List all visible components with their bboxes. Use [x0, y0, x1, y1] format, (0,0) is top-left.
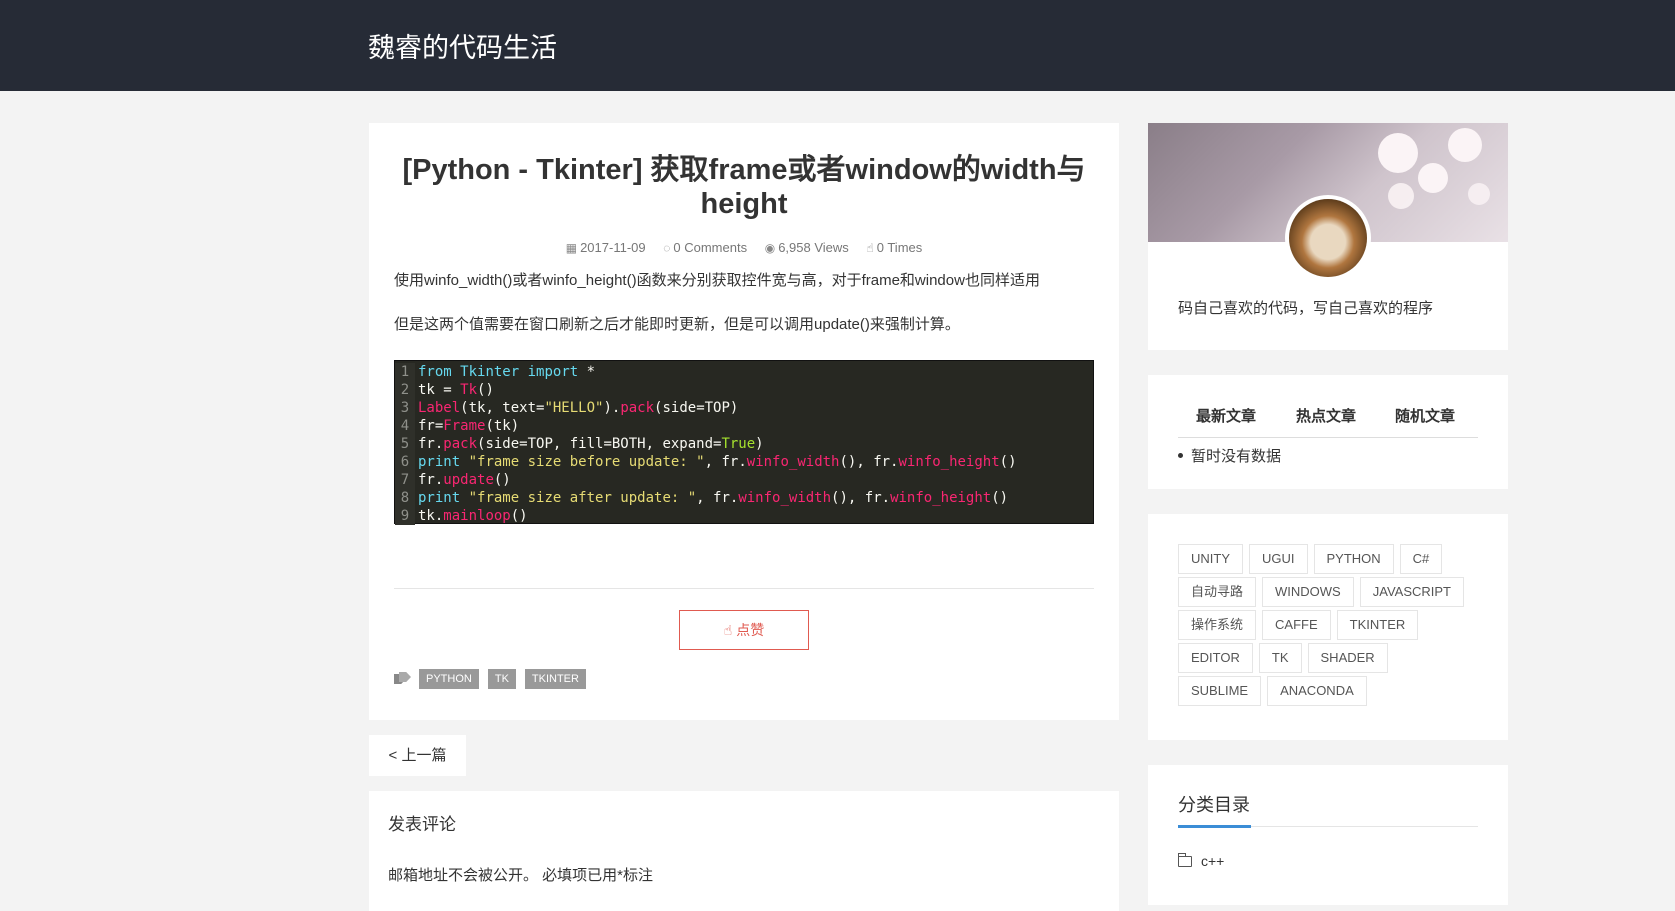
tag-cloud-row: SUBLIME ANACONDA [1178, 676, 1488, 709]
code-line: 9 tk.mainloop() [395, 507, 1093, 525]
tab-random[interactable]: 随机文章 [1395, 405, 1455, 426]
line-number: 3 [395, 399, 415, 417]
tag-cloud-item[interactable]: UGUI [1249, 544, 1308, 574]
tag-cloud-row: UNITY UGUI PYTHON C# [1178, 544, 1488, 577]
code-text: print "frame size before update: ", fr.w… [418, 454, 1017, 470]
post-paragraph: 使用winfo_width()或者winfo_height()函数来分别获取控件… [394, 272, 1040, 289]
code-line: 4 fr=Frame(tk) [395, 417, 1093, 435]
code-line: 6 print "frame size before update: ", fr.… [395, 453, 1093, 471]
tag-cloud-item[interactable]: TKINTER [1336, 610, 1419, 640]
tag-cloud-item[interactable]: TK [1258, 643, 1302, 673]
tab-popular[interactable]: 热点文章 [1296, 405, 1356, 426]
code-block: 1 from Tkinter import * 2 tk = Tk() 3 Label(t… [394, 360, 1094, 525]
tag-cloud-item[interactable]: 操作系统 [1178, 610, 1257, 640]
code-line: 8 print "frame size after update: ", fr.w… [395, 489, 1093, 507]
tag-cloud-item[interactable]: WINDOWS [1262, 577, 1354, 607]
code-text: print "frame size after update: ", fr.wi… [418, 490, 1009, 506]
line-number: 4 [395, 417, 415, 435]
tag-cloud-item[interactable]: ANACONDA [1267, 676, 1367, 706]
profile-motto: 码自己喜欢的代码，写自己喜欢的程序 [1178, 300, 1434, 317]
thumbs-up-icon: ☝ [866, 241, 874, 255]
categories-title: 分类目录 [1178, 795, 1250, 815]
post-tag[interactable]: TKINTER [524, 669, 586, 689]
prev-post-button[interactable]: < 上一篇 [369, 735, 466, 776]
tag-cloud-row: EDITOR TK SHADER [1178, 643, 1488, 676]
post-tag[interactable]: TK [487, 669, 516, 689]
profile-widget: 码自己喜欢的代码，写自己喜欢的程序 [1148, 123, 1508, 350]
comment-section: 发表评论 邮箱地址不会被公开。 必填项已用*标注 [369, 791, 1119, 911]
comment-note: 邮箱地址不会被公开。 必填项已用*标注 [388, 867, 654, 884]
tag-cloud-item[interactable]: SHADER [1307, 643, 1388, 673]
post-title: [Python - Tkinter] 获取frame或者window的width… [402, 154, 1086, 220]
eye-icon: ◉ [764, 241, 776, 255]
folder-icon [1177, 852, 1192, 867]
thumbs-up-icon: ☝ [723, 622, 737, 638]
calendar-icon: ▦ [565, 241, 578, 255]
tag-cloud-item[interactable]: 自动寻路 [1178, 577, 1257, 607]
avatar[interactable] [1285, 195, 1371, 281]
post-tags: PYTHON TK TKINTER [394, 669, 595, 689]
comment-title: 发表评论 [388, 815, 456, 834]
code-text: tk.mainloop() [418, 508, 528, 524]
post-views: ◉ 6,958 Views [764, 240, 849, 255]
tab-latest[interactable]: 最新文章 [1196, 405, 1256, 426]
tabs-divider [1178, 437, 1478, 438]
line-number: 1 [395, 363, 415, 381]
like-button[interactable]: ☝ 点赞 [679, 610, 809, 650]
site-title[interactable]: 魏睿的代码生活 [368, 26, 557, 65]
empty-list-item: 暂时没有数据 [1191, 445, 1281, 466]
line-number: 2 [395, 381, 415, 399]
post-comments[interactable]: ◌ 0 Comments [663, 240, 747, 255]
line-number: 7 [395, 471, 415, 489]
code-text: from Tkinter import * [418, 364, 596, 380]
tag-cloud-item[interactable]: SUBLIME [1178, 676, 1262, 706]
code-line: 2 tk = Tk() [395, 381, 1093, 399]
tag-cloud-item[interactable]: UNITY [1178, 544, 1243, 574]
line-number: 9 [395, 507, 415, 525]
code-line: 7 fr.update() [395, 471, 1093, 489]
post-tag[interactable]: PYTHON [419, 669, 479, 689]
categories-widget: 分类目录 c++ [1148, 765, 1508, 905]
line-number: 6 [395, 453, 415, 471]
tag-cloud: UNITY UGUI PYTHON C# 自动寻路 WINDOWS JAVASCRIPT 操作… [1178, 544, 1488, 709]
line-number: 5 [395, 435, 415, 453]
site-header: 魏睿的代码生活 [0, 0, 1675, 91]
comment-icon: ◌ [663, 241, 671, 255]
code-line: 3 Label(tk, text="HELLO").pack(side=TOP) [395, 399, 1093, 417]
tag-cloud-item[interactable]: PYTHON [1313, 544, 1394, 574]
post-meta: ▦ 2017-11-09 ◌ 0 Comments ◉ 6,958 Views ☝ 0 … [369, 240, 1119, 255]
code-text: fr.pack(side=TOP, fill=BOTH, expand=True… [418, 436, 764, 452]
tag-cloud-item[interactable]: EDITOR [1178, 643, 1253, 673]
posts-tabs-widget: 最新文章 热点文章 随机文章 暂时没有数据 [1148, 375, 1508, 489]
code-line: 5 fr.pack(side=TOP, fill=BOTH, expand=Tru… [395, 435, 1093, 453]
tag-cloud-widget: UNITY UGUI PYTHON C# 自动寻路 WINDOWS JAVASCRIPT 操作… [1148, 514, 1508, 740]
tag-cloud-row: 操作系统 CAFFE TKINTER [1178, 610, 1488, 643]
post-card: [Python - Tkinter] 获取frame或者window的width… [369, 123, 1119, 720]
tag-cloud-item[interactable]: C# [1399, 544, 1443, 574]
title-underline [1178, 825, 1251, 828]
line-number: 8 [395, 489, 415, 507]
tag-cloud-item[interactable]: JAVASCRIPT [1359, 577, 1464, 607]
post-likes: ☝ 0 Times [866, 240, 923, 255]
tag-cloud-item[interactable]: CAFFE [1262, 610, 1331, 640]
code-text: fr=Frame(tk) [418, 418, 520, 434]
post-date: ▦ 2017-11-09 [565, 240, 646, 255]
tag-cloud-row: 自动寻路 WINDOWS JAVASCRIPT [1178, 577, 1488, 610]
code-text: fr.update() [418, 472, 511, 488]
code-text: tk = Tk() [418, 382, 494, 398]
post-paragraph: 但是这两个值需要在窗口刷新之后才能即时更新，但是可以调用update()来强制计… [394, 316, 960, 333]
divider [394, 588, 1094, 589]
code-text: Label(tk, text="HELLO").pack(side=TOP) [418, 400, 739, 416]
tags-icon [394, 672, 411, 686]
code-line: 1 from Tkinter import * [395, 363, 1093, 381]
category-item[interactable]: c++ [1177, 852, 1224, 869]
